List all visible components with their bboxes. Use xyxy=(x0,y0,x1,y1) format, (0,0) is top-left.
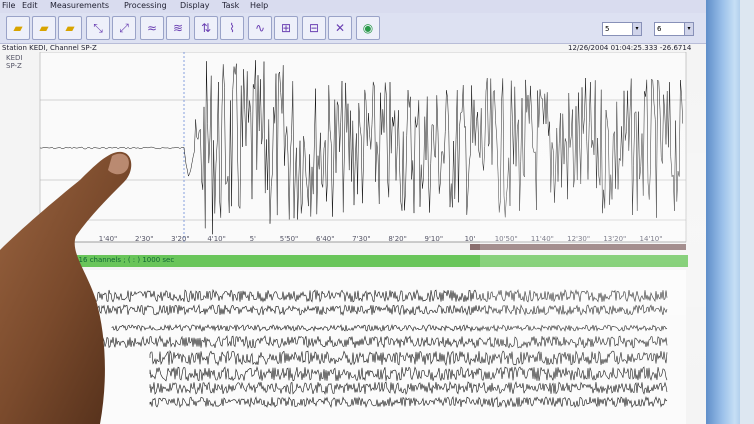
time-tick-label: 8'20" xyxy=(388,235,407,243)
spectrum-icon[interactable]: ⊞ xyxy=(274,16,298,40)
time-tick-label: 5'50" xyxy=(280,235,299,243)
monitor-edge xyxy=(740,0,754,424)
time-tick-label: 5' xyxy=(250,235,256,243)
zoom-in-icon[interactable]: ⤡ xyxy=(86,16,110,40)
trace-label-channel: SP-Z xyxy=(6,62,22,70)
menu-bar: File Edit Measurements Processing Displa… xyxy=(0,0,706,13)
time-tick-label: 12'30" xyxy=(567,235,590,243)
left-select[interactable]: 5 ▾ xyxy=(602,22,642,36)
menu-file[interactable]: File xyxy=(2,1,15,10)
seismograph-screen: File Edit Measurements Processing Displa… xyxy=(0,0,706,424)
time-tick-label: 2'30" xyxy=(135,235,154,243)
time-tick-label: 9'10" xyxy=(425,235,444,243)
time-tick-label: 3'20" xyxy=(171,235,190,243)
globe-icon[interactable]: ◉ xyxy=(356,16,380,40)
time-tick-label: 14'10" xyxy=(640,235,663,243)
time-tick-label: 4'10" xyxy=(207,235,226,243)
trace-tool-icon[interactable]: ≈ xyxy=(140,16,164,40)
right-select[interactable]: 6 ▾ xyxy=(654,22,694,36)
menu-edit[interactable]: Edit xyxy=(22,1,38,10)
time-tick-label: 10'50" xyxy=(495,235,518,243)
trace-label-station: KEDI xyxy=(6,54,22,62)
main-seismogram[interactable]: KEDI SP-Z 1'40" 2'30" 3'20" 4'10" 5' 5'50" 6'4… xyxy=(0,52,690,250)
multichannel-seismogram[interactable] xyxy=(0,270,690,424)
pick-icon[interactable]: ⌇ xyxy=(220,16,244,40)
menu-help[interactable]: Help xyxy=(250,1,268,10)
menu-task[interactable]: Task xyxy=(222,1,239,10)
menu-display[interactable]: Display xyxy=(180,1,210,10)
time-tick-label: 13'20" xyxy=(603,235,626,243)
toolbar: ▰ ▰ ▰ ⤡ ⤢ ≈ ≋ ⇅ ⌇ ∿ ⊞ ⊟ ✕ ◉ 5 ▾ 6 ▾ xyxy=(0,13,706,44)
align-icon[interactable]: ⊟ xyxy=(302,16,326,40)
open-folder-icon[interactable]: ▰ xyxy=(6,16,30,40)
time-tick-label: 1'40" xyxy=(99,235,118,243)
filter-icon[interactable]: ≋ xyxy=(166,16,190,40)
channel-status-text: (km) 16 channels ; ( : ) 1000 sec xyxy=(60,256,175,264)
folder-icon[interactable]: ▰ xyxy=(58,16,82,40)
time-tick-label: 10' xyxy=(465,235,476,243)
menu-measurements[interactable]: Measurements xyxy=(50,1,109,10)
wave-icon[interactable]: ∿ xyxy=(248,16,272,40)
time-tick-label: 11'40" xyxy=(531,235,554,243)
menu-processing[interactable]: Processing xyxy=(124,1,167,10)
scale-icon[interactable]: ⇅ xyxy=(194,16,218,40)
time-tick-label: 6'40" xyxy=(316,235,335,243)
station-label: Station KEDI, Channel SP-Z xyxy=(2,44,97,52)
timestamp-label: 12/26/2004 01:04:25.333 -26.6714 xyxy=(568,44,692,52)
zoom-out-icon[interactable]: ⤢ xyxy=(112,16,136,40)
mark-icon[interactable]: ✕ xyxy=(328,16,352,40)
channel-status-bar: (km) 16 channels ; ( : ) 1000 sec xyxy=(0,255,688,267)
time-tick-label: 7'30" xyxy=(352,235,371,243)
folder-up-icon[interactable]: ▰ xyxy=(32,16,56,40)
